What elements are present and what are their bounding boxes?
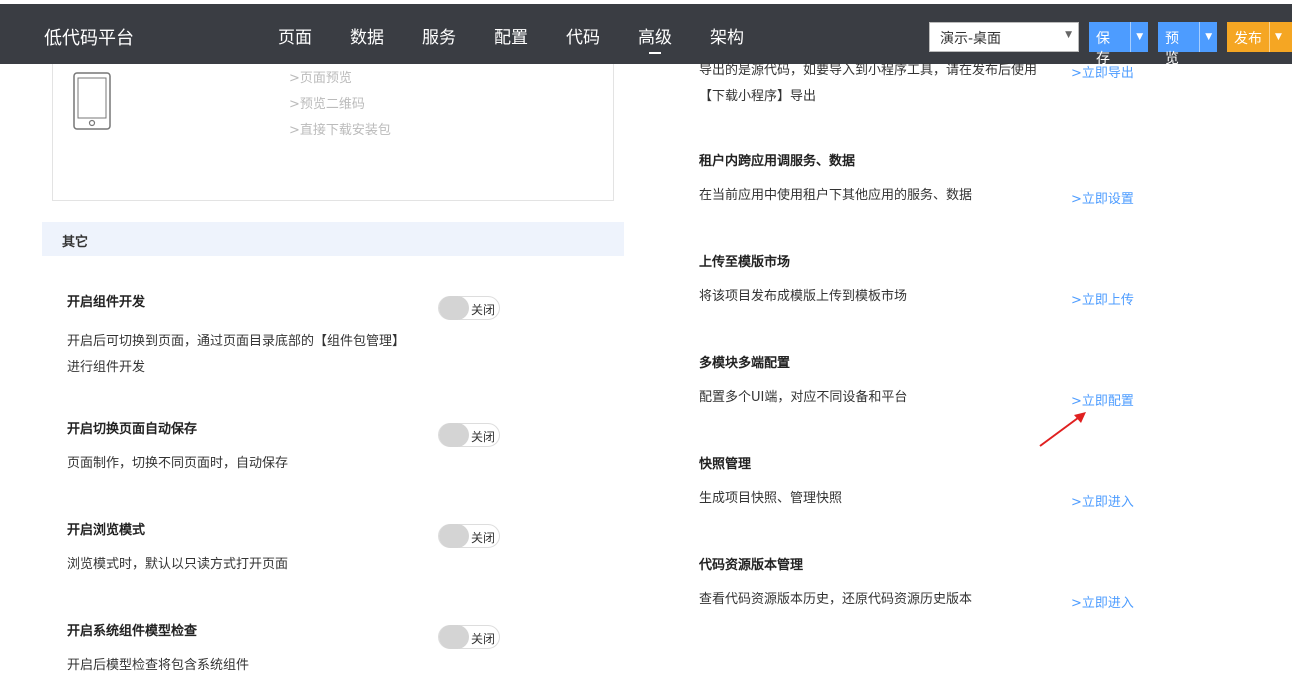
device-preview-card: >页面预览 >预览二维码 >直接下载安装包 (52, 64, 614, 201)
app-title: 低代码平台 (44, 28, 134, 49)
item-desc: 配置多个UI端，对应不同设备和平台 (699, 390, 908, 405)
nav-item-config[interactable]: 配置 (494, 23, 528, 48)
publish-button[interactable]: 发布 ▼ (1227, 22, 1292, 52)
preview-qrcode-link[interactable]: >预览二维码 (289, 92, 391, 118)
setting-auto-save: 开启切换页面自动保存 页面制作，切换不同页面时，自动保存 关闭 (67, 418, 507, 477)
nav-item-architecture[interactable]: 架构 (710, 23, 744, 48)
preview-button[interactable]: 预览 ▼ (1158, 22, 1217, 67)
setting-desc: 浏览模式时，默认以只读方式打开页面 (67, 557, 289, 572)
setting-desc: 开启后可切换到页面，通过页面目录底部的【组件包管理】进行组件开发 (67, 334, 406, 375)
item-title: 快照管理 (699, 457, 752, 472)
publish-button-label: 发布 (1234, 31, 1262, 47)
item-desc: 将该项目发布成模版上传到模板市场 (699, 289, 908, 304)
export-desc: 导出的是源代码，如要导入到小程序工具，请在发布后使用【下载小程序】导出 (699, 63, 1038, 104)
environment-select-value: 演示-桌面 (940, 31, 1002, 47)
enter-version-link[interactable]: >立即进入 (1071, 592, 1134, 611)
nav-item-service[interactable]: 服务 (422, 23, 456, 48)
chevron-down-icon: ▼ (1065, 30, 1072, 40)
toggle-state: 关闭 (471, 430, 496, 444)
auto-save-toggle[interactable]: 关闭 (438, 423, 500, 447)
nav-item-code[interactable]: 代码 (566, 23, 600, 48)
red-arrow-annotation-icon (1039, 412, 1086, 447)
export-now-link[interactable]: >立即导出 (1071, 62, 1134, 81)
item-desc: 生成项目快照、管理快照 (699, 491, 843, 506)
set-now-link[interactable]: >立即设置 (1071, 188, 1134, 207)
nav-item-data[interactable]: 数据 (350, 23, 384, 48)
browse-mode-toggle[interactable]: 关闭 (438, 524, 500, 548)
item-title: 多模块多端配置 (699, 356, 791, 371)
item-desc: 在当前应用中使用租户下其他应用的服务、数据 (699, 188, 973, 203)
phone-icon (73, 72, 111, 130)
environment-select[interactable]: 演示-桌面 ▼ (929, 22, 1079, 52)
item-desc: 查看代码资源版本历史，还原代码资源历史版本 (699, 592, 973, 607)
component-dev-toggle[interactable]: 关闭 (438, 296, 500, 320)
top-navbar: 低代码平台 页面 数据 服务 配置 代码 高级 架构 演示-桌面 ▼ 保存 ▼ … (0, 0, 1292, 67)
toggle-knob (439, 296, 469, 320)
save-dropdown-caret-icon[interactable]: ▼ (1130, 22, 1148, 52)
preview-dropdown-caret-icon[interactable]: ▼ (1199, 22, 1217, 52)
model-check-toggle[interactable]: 关闭 (438, 625, 500, 649)
publish-dropdown-caret-icon[interactable]: ▼ (1269, 22, 1287, 52)
toggle-state: 关闭 (471, 531, 496, 545)
nav-item-page[interactable]: 页面 (278, 23, 312, 48)
item-title: 租户内跨应用调服务、数据 (699, 154, 856, 169)
enter-snapshot-link[interactable]: >立即进入 (1071, 491, 1134, 510)
setting-desc: 页面制作，切换不同页面时，自动保存 (67, 456, 289, 471)
setting-model-check: 开启系统组件模型检查 开启后模型检查将包含系统组件 关闭 (67, 620, 507, 679)
configure-now-link[interactable]: >立即配置 (1071, 390, 1134, 409)
upload-now-link[interactable]: >立即上传 (1071, 289, 1134, 308)
save-button[interactable]: 保存 ▼ (1089, 22, 1148, 67)
toggle-state: 关闭 (471, 632, 496, 646)
preview-button-label: 预览 (1165, 31, 1179, 67)
section-title-other: 其它 (42, 222, 624, 256)
page-preview-link[interactable]: >页面预览 (289, 66, 391, 92)
toggle-knob (439, 524, 469, 548)
toggle-state: 关闭 (471, 303, 496, 317)
setting-desc: 开启后模型检查将包含系统组件 (67, 658, 250, 673)
toggle-knob (439, 625, 469, 649)
setting-component-dev: 开启组件开发 开启后可切换到页面，通过页面目录底部的【组件包管理】进行组件开发 … (67, 291, 507, 381)
main-nav: 页面 数据 服务 配置 代码 高级 架构 (278, 23, 782, 54)
item-title: 代码资源版本管理 (699, 558, 804, 573)
save-button-label: 保存 (1096, 31, 1110, 67)
toggle-knob (439, 423, 469, 447)
nav-item-advanced[interactable]: 高级 (638, 23, 672, 54)
item-title: 上传至模版市场 (699, 255, 791, 270)
download-package-link[interactable]: >直接下载安装包 (289, 118, 391, 144)
setting-browse-mode: 开启浏览模式 浏览模式时，默认以只读方式打开页面 关闭 (67, 519, 507, 578)
